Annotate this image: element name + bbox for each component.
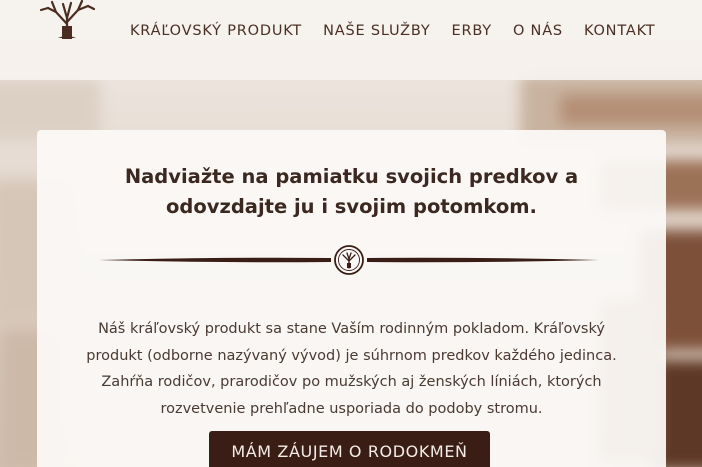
nav-item-nase-sluzby[interactable]: NAŠE SLUŽBY — [323, 23, 430, 39]
main-navigation: KRÁĽOVSKÝ PRODUKT NAŠE SLUŽBY ERBY O NÁS… — [130, 23, 676, 39]
tree-logo-icon[interactable] — [38, 0, 96, 40]
headline-line-2: odovzdajte ju i svojim potomkom. — [166, 195, 537, 218]
site-header: KRÁĽOVSKÝ PRODUKT NAŠE SLUŽBY ERBY O NÁS… — [0, 0, 702, 80]
description-line-3: Zahŕňa rodičov, prarodičov po mužských a… — [101, 374, 602, 390]
ornamental-divider — [99, 243, 599, 277]
family-tree-interest-button[interactable]: MÁM ZÁUJEM O RODOKMEŇ — [209, 431, 490, 467]
nav-item-kralovsky-produkt[interactable]: KRÁĽOVSKÝ PRODUKT — [130, 23, 302, 39]
description-line-1: Náš kráľovský produkt sa stane Vaším rod… — [98, 321, 605, 337]
hero-headline: Nadviažte na pamiatku svojich predkov a … — [37, 162, 666, 222]
nav-item-erby[interactable]: ERBY — [451, 23, 491, 39]
description-line-4: rozvetvenie prehľadne usporiada do podob… — [160, 400, 543, 417]
headline-line-1: Nadviažte na pamiatku svojich predkov a — [124, 165, 579, 188]
hero-card: Nadviažte na pamiatku svojich predkov a … — [37, 130, 666, 467]
description-line-2: produkt (odborne nazývaný vývod) je súhr… — [86, 347, 617, 364]
hero-description: Náš kráľovský produkt sa stane Vaším rod… — [77, 316, 626, 422]
nav-item-kontakt[interactable]: KONTAKT — [584, 23, 655, 39]
tree-medallion-icon — [334, 245, 364, 275]
nav-item-o-nas[interactable]: O NÁS — [513, 23, 563, 39]
